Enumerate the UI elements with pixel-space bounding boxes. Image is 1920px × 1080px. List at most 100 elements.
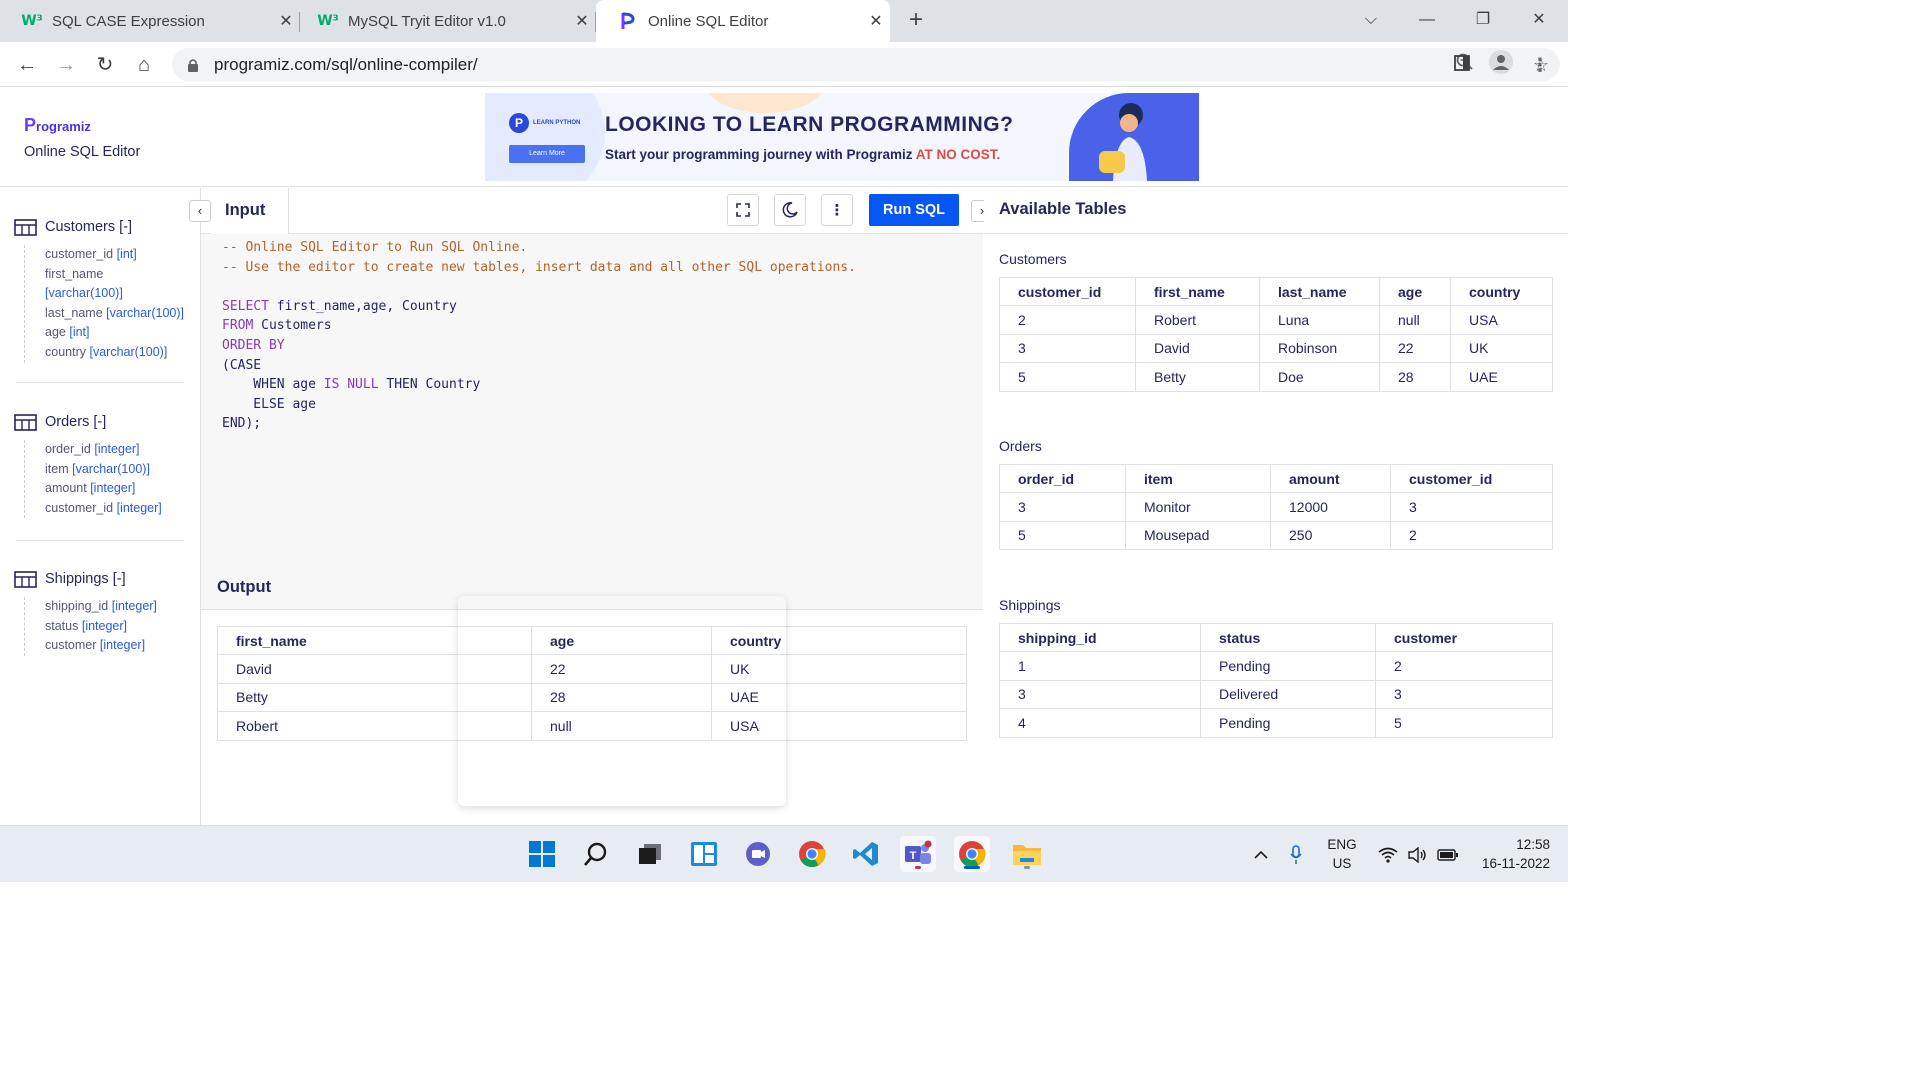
- table-cell: 2: [1390, 520, 1553, 550]
- system-clock[interactable]: 12:58 16-11-2022: [1470, 835, 1550, 873]
- show-hidden-icons-chevron-icon[interactable]: [1248, 826, 1274, 883]
- volume-icon[interactable]: [1406, 826, 1430, 883]
- vscode-icon[interactable]: [848, 836, 884, 872]
- more-options-icon[interactable]: ⋮: [821, 194, 853, 226]
- table-cell: 3: [999, 333, 1136, 363]
- run-sql-button[interactable]: Run SQL: [869, 194, 959, 226]
- ad-banner[interactable]: P LEARN PYTHON Learn More LOOKING TO LEAR…: [485, 93, 1199, 181]
- table-row: 5 Betty Doe 28 UAE: [999, 362, 1553, 392]
- column-header: amount: [1270, 464, 1391, 493]
- programiz-app-icon: P: [509, 113, 529, 133]
- code-line[interactable]: END);: [222, 414, 856, 434]
- browser-tab-sql-case[interactable]: W³ SQL CASE Expression ✕: [0, 0, 300, 42]
- column-header: item: [1125, 464, 1271, 493]
- schema-table-header[interactable]: Orders [-]: [14, 410, 184, 434]
- task-view-icon[interactable]: [632, 836, 668, 872]
- table-icon: [14, 570, 37, 588]
- code-line[interactable]: -- Online SQL Editor to Run SQL Online.: [222, 238, 856, 258]
- table-cell: USA: [1450, 305, 1553, 335]
- w3schools-icon: W³: [21, 13, 43, 29]
- battery-icon[interactable]: [1435, 826, 1461, 883]
- address-bar: ← → ↻ ⌂ programiz.com/sql/online-compile…: [0, 42, 1568, 87]
- search-icon[interactable]: [578, 836, 614, 872]
- new-tab-button[interactable]: +: [902, 6, 930, 34]
- browser-tab-online-sql-editor[interactable]: Online SQL Editor ✕: [596, 0, 890, 42]
- shippings-table: shipping_id status customer 1 Pending 2 3D…: [999, 623, 1553, 738]
- tab-search-chevron-icon[interactable]: ⌵: [1351, 6, 1391, 34]
- table-icon: [14, 413, 37, 431]
- fullscreen-icon[interactable]: [727, 194, 759, 226]
- windows-start-icon[interactable]: [524, 836, 560, 872]
- table-row: 3 Delivered 3: [999, 679, 1553, 709]
- table-cell: 28: [1379, 362, 1451, 392]
- schema-column: customer_id [int]: [45, 247, 137, 261]
- code-line[interactable]: -- Use the editor to create new tables, …: [222, 258, 856, 278]
- code-token: Customers: [253, 318, 332, 334]
- table-cell: Luna: [1259, 305, 1380, 335]
- divider: [16, 382, 184, 383]
- forward-button[interactable]: →: [51, 50, 81, 80]
- side-panel-icon[interactable]: [1443, 50, 1481, 80]
- schema-table-header[interactable]: Shippings [-]: [14, 567, 184, 591]
- tab-close-icon[interactable]: ✕: [862, 11, 890, 31]
- tab-input[interactable]: Input: [211, 188, 289, 234]
- collapse-left-chevron-icon[interactable]: ‹: [189, 200, 211, 222]
- back-button[interactable]: ←: [12, 50, 42, 80]
- schema-table-header[interactable]: Customers [-]: [14, 215, 184, 239]
- home-button[interactable]: ⌂: [129, 50, 159, 80]
- table-cell: 3: [1375, 679, 1553, 709]
- table-cell: David: [1135, 333, 1260, 363]
- reload-button[interactable]: ↻: [90, 50, 120, 80]
- column-header: last_name: [1259, 277, 1380, 306]
- code-line[interactable]: SELECT first_name,age, Country: [222, 297, 856, 317]
- table-cell: 250: [1270, 520, 1391, 550]
- close-window-button[interactable]: ✕: [1519, 6, 1559, 34]
- url-text[interactable]: programiz.com/sql/online-compiler/: [214, 55, 1446, 75]
- code-line[interactable]: (CASE: [222, 356, 856, 376]
- browser-menu-icon[interactable]: ⋮: [1521, 50, 1559, 80]
- table-cell: Pending: [1200, 708, 1376, 738]
- widgets-icon[interactable]: [686, 836, 722, 872]
- table-cell: 5: [999, 520, 1126, 550]
- schema-table-name: Customers [-]: [45, 219, 133, 235]
- restore-button[interactable]: ❐: [1463, 6, 1503, 34]
- learn-more-button[interactable]: Learn More: [509, 145, 585, 163]
- minimize-button[interactable]: —: [1407, 6, 1447, 34]
- chrome-icon[interactable]: [794, 836, 830, 872]
- table-icon: [14, 218, 37, 236]
- sql-editor-panel: ‹ Input ⋮ Run SQL › -- Online SQL Editor…: [189, 188, 993, 566]
- column-header: customer_id: [1390, 464, 1553, 493]
- table-cell: Robinson: [1259, 333, 1380, 363]
- tab-close-icon[interactable]: ✕: [568, 11, 596, 31]
- schema-column: last_name [varchar(100)]: [45, 305, 184, 320]
- language-indicator[interactable]: ENG US: [1322, 835, 1362, 873]
- code-editor[interactable]: -- Online SQL Editor to Run SQL Online. -…: [222, 238, 856, 434]
- lock-icon[interactable]: [186, 57, 200, 73]
- code-line[interactable]: [222, 277, 856, 297]
- browser-tab-mysql-tryit[interactable]: W³ MySQL Tryit Editor v1.0 ✕: [296, 0, 596, 42]
- microphone-icon[interactable]: [1284, 826, 1308, 883]
- programiz-logo[interactable]: Programiz: [24, 115, 91, 136]
- schema-column: shipping_id [integer]: [45, 599, 157, 613]
- file-explorer-icon[interactable]: [1009, 836, 1045, 872]
- code-line[interactable]: WHEN age IS NULL THEN Country: [222, 375, 856, 395]
- code-line[interactable]: ORDER BY: [222, 336, 856, 356]
- profile-avatar-icon[interactable]: [1482, 50, 1520, 80]
- code-token: first_name,age, Country: [268, 298, 457, 314]
- table-label-customers: Customers: [999, 251, 1067, 267]
- wifi-icon[interactable]: [1376, 826, 1400, 883]
- code-line[interactable]: ELSE age: [222, 395, 856, 415]
- chrome-active-icon[interactable]: [954, 836, 990, 872]
- table-label-orders: Orders: [999, 438, 1042, 454]
- omnibox[interactable]: programiz.com/sql/online-compiler/ ☆: [172, 48, 1560, 81]
- table-cell: 12000: [1270, 492, 1391, 522]
- schema-table-name: Shippings [-]: [45, 571, 126, 587]
- code-line[interactable]: FROM Customers: [222, 316, 856, 336]
- banner-decoration: [705, 93, 825, 113]
- schema-column: first_name [varchar(100)]: [45, 266, 123, 301]
- chat-icon[interactable]: [740, 836, 776, 872]
- dark-mode-moon-icon[interactable]: [774, 194, 806, 226]
- table-row: 3 David Robinson 22 UK: [999, 333, 1553, 363]
- table-cell: 2: [999, 305, 1136, 335]
- teams-icon[interactable]: T: [900, 836, 936, 872]
